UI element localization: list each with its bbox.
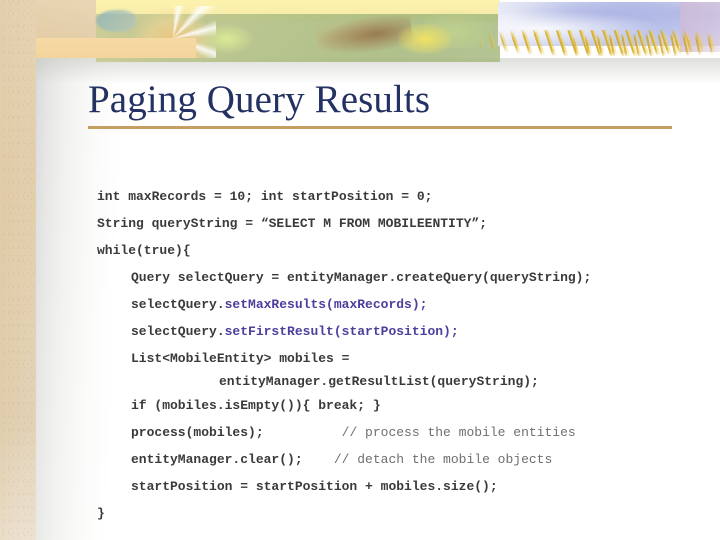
banner-wheat-icon-secondary [560,34,720,56]
code-line: List<MobileEntity> mobiles = [97,345,709,372]
code-line: selectQuery.setMaxResults(maxRecords); [97,291,709,318]
code-text: selectQuery. [131,324,225,339]
code-text: while(true){ [97,243,191,258]
code-text: entityManager.getResultList(queryString)… [219,374,539,389]
code-comment: // detach the mobile objects [333,452,553,467]
code-text: } [97,506,105,521]
code-comment: // process the mobile entities [341,425,576,440]
banner-yellow-blob [398,24,452,54]
code-line: entityManager.clear(); // detach the mob… [97,446,709,473]
code-text: String queryString = “SELECT M FROM MOBI… [97,216,488,231]
code-text: if (mobiles.isEmpty()){ break; } [131,398,381,413]
banner-green-glow [200,24,254,54]
code-text: process(mobiles); [131,425,342,440]
banner-orange-bar [36,38,196,58]
page-title: Paging Query Results [88,78,431,121]
code-highlight: setFirstResult(startPosition); [224,324,459,339]
code-line: entityManager.getResultList(queryString)… [97,372,709,392]
code-text: int maxRecords = 10; int startPosition =… [97,189,433,204]
code-line: process(mobiles); // process the mobile … [97,419,709,446]
code-text: selectQuery. [131,297,225,312]
code-line: Query selectQuery = entityManager.create… [97,264,709,291]
title-underline-rule [88,126,672,129]
slide: Paging Query Results int maxRecords = 10… [0,0,720,540]
code-line: String queryString = “SELECT M FROM MOBI… [97,210,709,237]
code-block: int maxRecords = 10; int startPosition =… [97,183,709,527]
code-line: selectQuery.setFirstResult(startPosition… [97,318,709,345]
code-line: int maxRecords = 10; int startPosition =… [97,183,709,210]
code-highlight: setMaxResults(maxRecords); [224,297,428,312]
code-text: entityManager.clear(); [131,452,334,467]
code-line: if (mobiles.isEmpty()){ break; } [97,392,709,419]
code-line: } [97,500,709,527]
code-text: Query selectQuery = entityManager.create… [131,270,592,285]
code-text: List<MobileEntity> mobiles = [131,351,350,366]
decorative-header-banner [0,0,720,62]
code-line: while(true){ [97,237,709,264]
code-line: startPosition = startPosition + mobiles.… [97,473,709,500]
code-text: startPosition = startPosition + mobiles.… [131,479,498,494]
